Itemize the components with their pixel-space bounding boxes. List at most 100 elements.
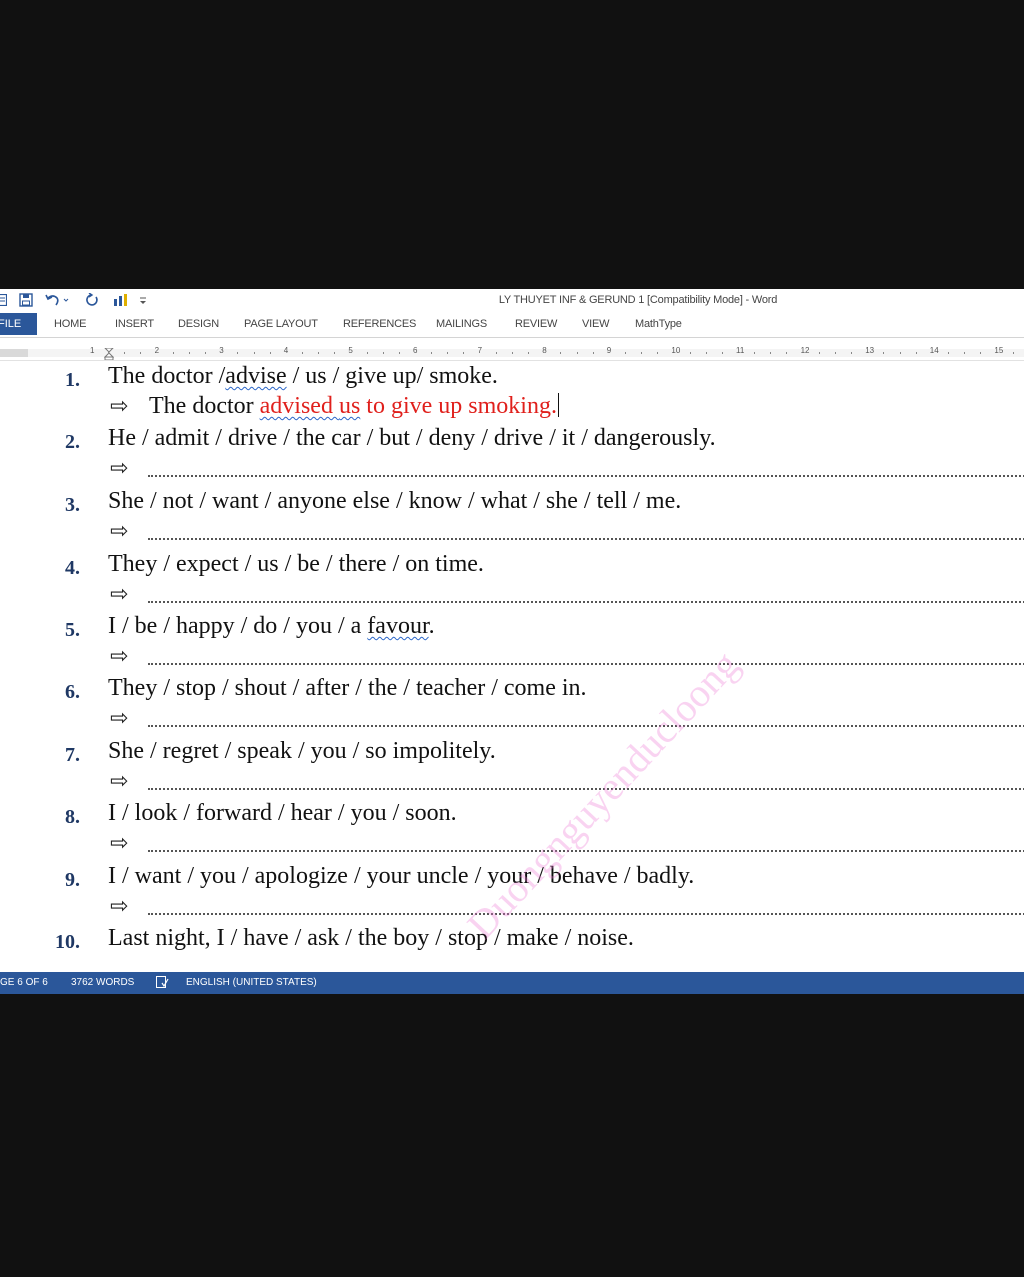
- ruler-number: 2: [154, 346, 160, 355]
- answer-text: The doctor advised us to give up smoking…: [149, 393, 559, 420]
- ruler-number: 9: [606, 346, 612, 355]
- ruler-tick: [770, 352, 772, 354]
- proofing-icon[interactable]: [155, 975, 169, 992]
- tab-mailings[interactable]: MAILINGS: [436, 313, 487, 335]
- answer-line[interactable]: [148, 725, 1024, 727]
- indent-marker-icon[interactable]: [104, 348, 114, 360]
- answer-arrow-icon: ⇨: [110, 519, 129, 544]
- text-cursor: [557, 393, 559, 417]
- word-count[interactable]: 3762 WORDS: [71, 977, 134, 988]
- ruler-tick: [1012, 352, 1014, 354]
- answer-line[interactable]: [148, 850, 1024, 852]
- ruler-tick: [624, 352, 626, 354]
- language-indicator[interactable]: ENGLISH (UNITED STATES): [186, 977, 317, 988]
- horizontal-ruler[interactable]: 1 2 3 4 5 6 7 8 9 10 11 12 13 14 15: [0, 346, 1024, 361]
- item-number: 5.: [65, 619, 80, 641]
- answer-line[interactable]: [148, 663, 1024, 665]
- ruler-tick: [964, 352, 966, 354]
- ruler-tick: [657, 352, 659, 354]
- ruler-tick: [721, 352, 723, 354]
- ruler-tick: [172, 352, 174, 354]
- tab-mathtype[interactable]: MathType: [635, 313, 682, 335]
- tab-review[interactable]: REVIEW: [515, 313, 557, 335]
- ruler-tick: [447, 352, 449, 354]
- answer-line[interactable]: [148, 913, 1024, 915]
- ruler-tick: [528, 352, 530, 354]
- document-page[interactable]: 1. The doctor /advise / us / give up/ sm…: [4, 361, 1024, 957]
- ruler-number: 1: [90, 346, 95, 355]
- ruler-tick: [705, 352, 707, 354]
- tab-view[interactable]: VIEW: [582, 313, 610, 335]
- answer-part: to give up smoking.: [360, 393, 557, 419]
- ruler-track: [28, 349, 1024, 357]
- ruler-number: 5: [348, 346, 353, 355]
- page-count[interactable]: GE 6 OF 6: [0, 977, 48, 988]
- prompt-text: / us / give up/ smoke.: [286, 363, 498, 389]
- ruler-tick: [366, 352, 368, 354]
- ruler-tick: [899, 352, 901, 354]
- ruler-tick: [124, 352, 126, 354]
- ruler-number: 3: [219, 346, 224, 355]
- ruler-tick: [463, 352, 465, 354]
- item-number: 2.: [65, 431, 80, 453]
- spelling-flag[interactable]: advise: [225, 363, 286, 389]
- item-number: 9.: [65, 869, 80, 891]
- ruler-number: 4: [283, 346, 289, 355]
- tab-home[interactable]: HOME: [54, 313, 86, 335]
- prompt-text: .: [428, 613, 435, 639]
- item-prompt: I / be / happy / do / you / a favour.: [108, 613, 435, 640]
- ruler-tick: [495, 352, 497, 354]
- item-prompt: Last night, I / have / ask / the boy / s…: [108, 925, 634, 951]
- ruler-tick: [108, 352, 110, 354]
- ruler-tick: [980, 352, 982, 354]
- ruler-number: 14: [929, 346, 939, 355]
- ruler-tick: [205, 352, 207, 354]
- ruler-tick: [883, 352, 885, 354]
- ruler-number: 15: [994, 346, 1004, 355]
- ruler-number: 8: [542, 346, 547, 355]
- ruler-number: 13: [865, 346, 875, 355]
- ruler-tick: [576, 352, 578, 354]
- ruler-tick: [560, 352, 562, 354]
- item-prompt: He / admit / drive / the car / but / den…: [108, 425, 716, 451]
- answer-arrow-icon: ⇨: [110, 582, 129, 607]
- ruler-tick: [301, 352, 303, 354]
- answer-arrow-icon: ⇨: [110, 769, 129, 794]
- answer-line[interactable]: [148, 538, 1024, 540]
- answer-flagged[interactable]: us: [339, 393, 360, 419]
- tab-file[interactable]: FILE: [0, 313, 37, 335]
- answer-arrow-icon: ⇨: [110, 394, 129, 419]
- ruler-number: 10: [671, 346, 681, 355]
- word-window: LY THUYET INF & GERUND 1 [Compatibility …: [0, 289, 1024, 994]
- ruler-margin: [0, 349, 28, 357]
- tab-insert[interactable]: INSERT: [115, 313, 154, 335]
- item-prompt: They / expect / us / be / there / on tim…: [108, 551, 484, 577]
- ruler-tick: [851, 352, 853, 354]
- tab-references[interactable]: REFERENCES: [343, 313, 416, 335]
- answer-flagged[interactable]: advised: [260, 393, 339, 419]
- item-prompt: I / look / forward / hear / you / soon.: [108, 800, 457, 826]
- ruler-tick: [237, 352, 239, 354]
- title-bar: LY THUYET INF & GERUND 1 [Compatibility …: [0, 289, 1024, 311]
- tab-page-layout[interactable]: PAGE LAYOUT: [244, 313, 318, 335]
- ruler-tick: [915, 352, 917, 354]
- ruler-number: 7: [477, 346, 483, 355]
- answer-line[interactable]: [148, 601, 1024, 603]
- answer-line[interactable]: [148, 475, 1024, 477]
- spelling-flag[interactable]: favour: [367, 613, 428, 639]
- window-title: LY THUYET INF & GERUND 1 [Compatibility …: [498, 294, 778, 306]
- ruler-number: 6: [413, 346, 418, 355]
- ruler-tick: [382, 352, 384, 354]
- item-number: 8.: [65, 806, 80, 828]
- status-bar: GE 6 OF 6 3762 WORDS ENGLISH (UNITED STA…: [0, 972, 1024, 994]
- ruler-tick: [511, 352, 513, 354]
- ruler-tick: [269, 352, 271, 354]
- item-prompt: I / want / you / apologize / your uncle …: [108, 863, 695, 889]
- tab-design[interactable]: DESIGN: [178, 313, 219, 335]
- ruler-tick: [334, 352, 336, 354]
- ruler-number: 11: [736, 346, 745, 355]
- answer-part: The doctor: [149, 393, 260, 419]
- ruler-tick: [818, 352, 820, 354]
- answer-arrow-icon: ⇨: [110, 644, 129, 669]
- ruler-tick: [834, 352, 836, 354]
